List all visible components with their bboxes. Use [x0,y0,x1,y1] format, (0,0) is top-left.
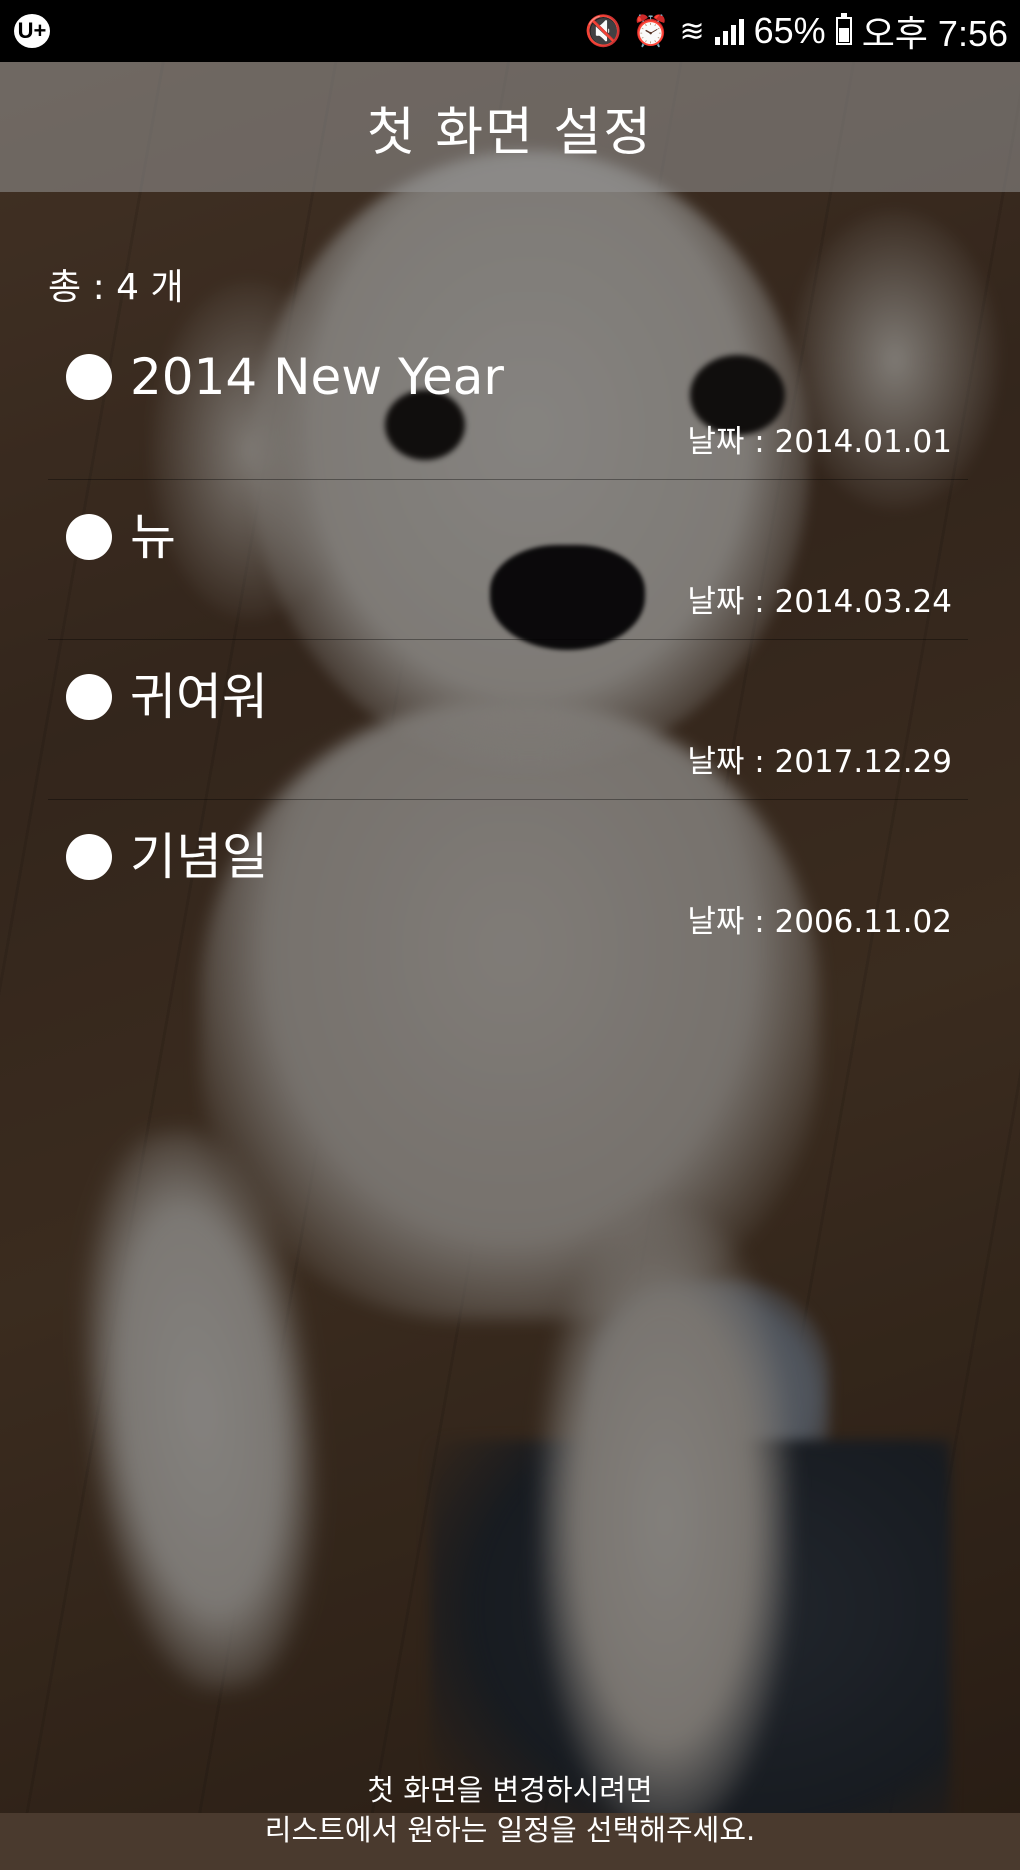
wifi-icon: ≋ [679,14,705,48]
event-date: 날짜 : 2014.03.24 [687,584,952,620]
event-name: 뉴 [130,508,176,566]
event-list: 2014 New Year 날짜 : 2014.01.01 뉴 날짜 : 201… [48,320,968,960]
status-bar: U+ 🔇 ⏰ ≋ 65% 오후 7:56 [0,0,1020,62]
title-bar: 첫 화면 설정 [0,62,1020,192]
page-title: 첫 화면 설정 [366,102,654,163]
alarm-icon: ⏰ [632,14,670,48]
status-icons: 🔇 ⏰ ≋ 65% 오후 7:56 [585,0,1008,62]
mute-icon: 🔇 [584,14,623,48]
event-date: 날짜 : 2017.12.29 [687,744,952,780]
footer-hint: 첫 화면을 변경하시려면 리스트에서 원하는 일정을 선택해주세요. [0,1770,1020,1870]
footer-hint-line2: 리스트에서 원하는 일정을 선택해주세요. [264,1813,756,1847]
footer-hint-line1: 첫 화면을 변경하시려면 [367,1773,653,1807]
list-item[interactable]: 기념일 날짜 : 2006.11.02 [48,800,968,960]
signal-icon [714,17,744,45]
battery-icon [835,13,852,45]
radio-dot-icon [66,514,112,560]
event-count: 총 : 4 개 [48,267,184,308]
list-item[interactable]: 2014 New Year 날짜 : 2014.01.01 [48,320,968,480]
event-name: 기념일 [130,828,268,886]
list-item[interactable]: 귀여워 날짜 : 2017.12.29 [48,640,968,800]
radio-dot-icon [66,354,112,400]
event-name: 귀여워 [130,668,268,726]
event-date: 날짜 : 2014.01.01 [687,424,952,460]
radio-dot-icon [66,674,112,720]
event-name: 2014 New Year [130,348,504,406]
list-item[interactable]: 뉴 날짜 : 2014.03.24 [48,480,968,640]
event-date: 날짜 : 2006.11.02 [687,904,952,940]
battery-percent: 65% [753,10,826,51]
app-notification-icon: U+ [14,14,50,48]
clock: 오후 7:56 [861,13,1008,54]
radio-dot-icon [66,834,112,880]
